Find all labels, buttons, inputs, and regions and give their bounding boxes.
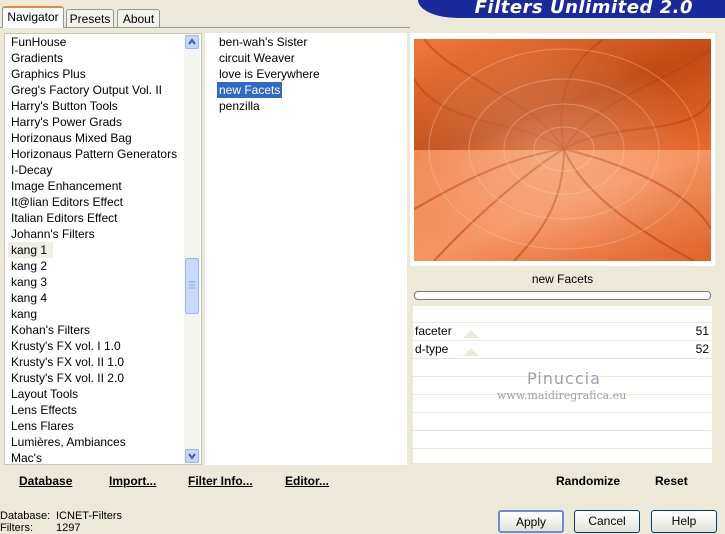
status-filters-value: 1297 <box>56 522 81 534</box>
scroll-down-button[interactable] <box>185 449 199 463</box>
category-item[interactable]: Harry's Button Tools <box>11 98 118 114</box>
category-item[interactable]: Horizonaus Mixed Bag <box>11 130 132 146</box>
import-button[interactable]: Import... <box>109 474 156 488</box>
param-row-empty <box>413 431 712 449</box>
watermark-url: www.maidiregrafica.eu <box>497 389 627 402</box>
app-title: Filters Unlimited 2.0 <box>474 0 693 18</box>
param-name: faceter <box>415 324 452 338</box>
category-item[interactable]: kang 3 <box>11 274 47 290</box>
category-item[interactable]: Lumières, Ambiances <box>11 434 126 450</box>
category-item[interactable]: Mac's <box>11 450 42 466</box>
tab-presets[interactable]: Presets <box>66 9 114 27</box>
category-item[interactable]: FunHouse <box>11 34 66 50</box>
slider-marker-icon[interactable] <box>463 348 479 356</box>
tab-about[interactable]: About <box>117 9 160 27</box>
category-item[interactable]: Lens Flares <box>11 418 74 434</box>
category-item[interactable]: Horizonaus Pattern Generators <box>11 146 177 162</box>
status-filters-label: Filters: <box>0 522 33 534</box>
param-spacer <box>413 306 712 322</box>
category-item[interactable]: Kohan's Filters <box>11 322 90 338</box>
apply-button[interactable]: Apply <box>498 510 564 533</box>
category-item[interactable]: kang <box>11 306 37 322</box>
param-name: d-type <box>415 342 449 356</box>
filter-item[interactable]: penzilla <box>219 98 260 114</box>
category-item[interactable]: Krusty's FX vol. II 1.0 <box>11 354 124 370</box>
category-item[interactable]: Krusty's FX vol. II 2.0 <box>11 370 124 386</box>
category-item[interactable]: kang 1 <box>8 242 54 258</box>
category-item[interactable]: kang 2 <box>11 258 47 274</box>
progress-bar <box>414 291 711 300</box>
category-item[interactable]: I-Decay <box>11 162 52 178</box>
category-item[interactable]: Layout Tools <box>11 386 78 402</box>
preview-image <box>414 39 711 261</box>
filter-item[interactable]: new Facets <box>217 82 283 98</box>
filter-item[interactable]: love is Everywhere <box>219 66 320 82</box>
category-item[interactable]: Italian Editors Effect <box>11 210 118 226</box>
database-button[interactable]: Database <box>19 474 72 488</box>
editor-button[interactable]: Editor... <box>285 474 329 488</box>
category-item[interactable]: Krusty's FX vol. I 1.0 <box>11 338 121 354</box>
filter-item[interactable]: circuit Weaver <box>219 50 295 66</box>
param-value: 51 <box>695 324 709 338</box>
status-database-value: ICNET-Filters <box>56 510 122 522</box>
help-button[interactable]: Help <box>651 510 717 533</box>
app-banner: Filters Unlimited 2.0 <box>418 0 725 18</box>
filter-item[interactable]: ben-wah's Sister <box>219 34 307 50</box>
category-item[interactable]: Greg's Factory Output Vol. II <box>11 82 162 98</box>
category-item[interactable]: kang 4 <box>11 290 47 306</box>
category-item[interactable]: Graphics Plus <box>11 66 86 82</box>
category-item[interactable]: It@lian Editors Effect <box>11 194 123 210</box>
category-item[interactable]: Harry's Power Grads <box>11 114 122 130</box>
reset-button[interactable]: Reset <box>655 474 688 488</box>
param-value: 52 <box>695 342 709 356</box>
slider-marker-icon[interactable] <box>463 330 479 338</box>
watermark-name: Pinuccia <box>527 369 601 388</box>
category-item[interactable]: Johann's Filters <box>11 226 95 242</box>
cancel-button[interactable]: Cancel <box>574 510 640 533</box>
category-item[interactable]: Lens Effects <box>11 402 77 418</box>
scroll-thumb[interactable] <box>185 258 199 314</box>
chevron-up-icon <box>188 38 196 45</box>
category-item[interactable]: Image Enhancement <box>11 178 122 194</box>
tab-navigator[interactable]: Navigator <box>2 6 64 28</box>
scroll-up-button[interactable] <box>185 35 199 49</box>
chevron-down-icon <box>188 453 196 460</box>
param-row-empty <box>413 413 712 431</box>
filter-info-button[interactable]: Filter Info... <box>188 474 253 488</box>
randomize-button[interactable]: Randomize <box>556 474 620 488</box>
category-scrollbar[interactable] <box>184 34 200 464</box>
param-row-faceter[interactable]: faceter 51 <box>413 323 712 341</box>
param-row-d-type[interactable]: d-type 52 <box>413 341 712 359</box>
category-item[interactable]: Gradients <box>11 50 63 66</box>
grip-icon <box>189 281 195 289</box>
status-database-label: Database: <box>0 510 51 522</box>
filter-title: new Facets <box>531 272 594 286</box>
param-row-empty <box>413 449 712 464</box>
